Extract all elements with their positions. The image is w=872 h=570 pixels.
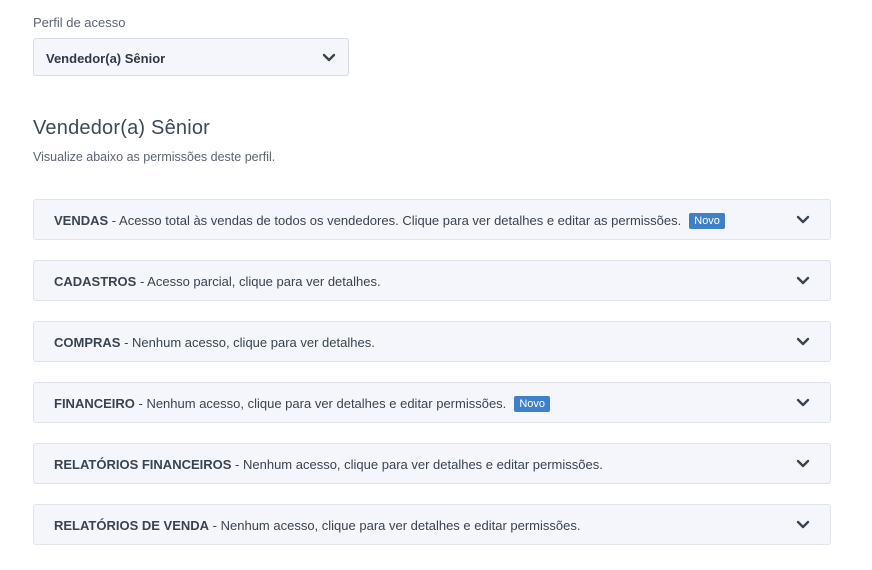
chevron-down-icon [322, 53, 336, 62]
permission-detail: - Acesso parcial, clique para ver detalh… [136, 274, 381, 289]
profile-label: Perfil de acesso [33, 15, 126, 30]
permission-text: FINANCEIRO - Nenhum acesso, clique para … [54, 396, 550, 412]
permission-text: VENDAS - Acesso total às vendas de todos… [54, 213, 725, 229]
profile-description: Visualize abaixo as permissões deste per… [33, 150, 276, 164]
permission-text: RELATÓRIOS FINANCEIROS - Nenhum acesso, … [54, 457, 603, 472]
permission-module: COMPRAS [54, 335, 121, 350]
permission-detail: - Nenhum acesso, clique para ver detalhe… [209, 518, 581, 533]
permission-text: CADASTROS - Acesso parcial, clique para … [54, 274, 381, 289]
chevron-down-icon [796, 215, 810, 224]
permission-module: FINANCEIRO [54, 396, 135, 411]
permission-detail: - Nenhum acesso, clique para ver detalhe… [120, 335, 375, 350]
chevron-down-icon [796, 276, 810, 285]
permission-cadastros[interactable]: CADASTROS - Acesso parcial, clique para … [33, 260, 831, 301]
permission-module: RELATÓRIOS DE VENDA [54, 518, 210, 533]
permission-detail: - Acesso total às vendas de todos os ven… [108, 213, 682, 228]
profile-select[interactable]: Vendedor(a) Sênior [33, 38, 349, 76]
permissions-list: VENDAS - Acesso total às vendas de todos… [33, 199, 831, 565]
permission-relatorios-de-venda[interactable]: RELATÓRIOS DE VENDA - Nenhum acesso, cli… [33, 504, 831, 545]
chevron-down-icon [796, 398, 810, 407]
permission-financeiro[interactable]: FINANCEIRO - Nenhum acesso, clique para … [33, 382, 831, 423]
new-badge: Novo [689, 213, 725, 229]
chevron-down-icon [796, 520, 810, 529]
permission-module: CADASTROS [54, 274, 137, 289]
permission-detail: - Nenhum acesso, clique para ver detalhe… [231, 457, 603, 472]
profile-title: Vendedor(a) Sênior [33, 117, 211, 139]
permission-module: VENDAS [54, 213, 109, 228]
permission-relatorios-financeiros[interactable]: RELATÓRIOS FINANCEIROS - Nenhum acesso, … [33, 443, 831, 484]
new-badge: Novo [514, 396, 550, 412]
profile-select-value: Vendedor(a) Sênior [46, 51, 166, 66]
permission-vendas[interactable]: VENDAS - Acesso total às vendas de todos… [33, 199, 831, 240]
chevron-down-icon [796, 337, 810, 346]
permission-text: RELATÓRIOS DE VENDA - Nenhum acesso, cli… [54, 518, 580, 533]
permission-module: RELATÓRIOS FINANCEIROS [54, 457, 232, 472]
chevron-down-icon [796, 459, 810, 468]
permission-text: COMPRAS - Nenhum acesso, clique para ver… [54, 335, 375, 350]
permission-compras[interactable]: COMPRAS - Nenhum acesso, clique para ver… [33, 321, 831, 362]
permission-detail: - Nenhum acesso, clique para ver detalhe… [134, 396, 507, 411]
